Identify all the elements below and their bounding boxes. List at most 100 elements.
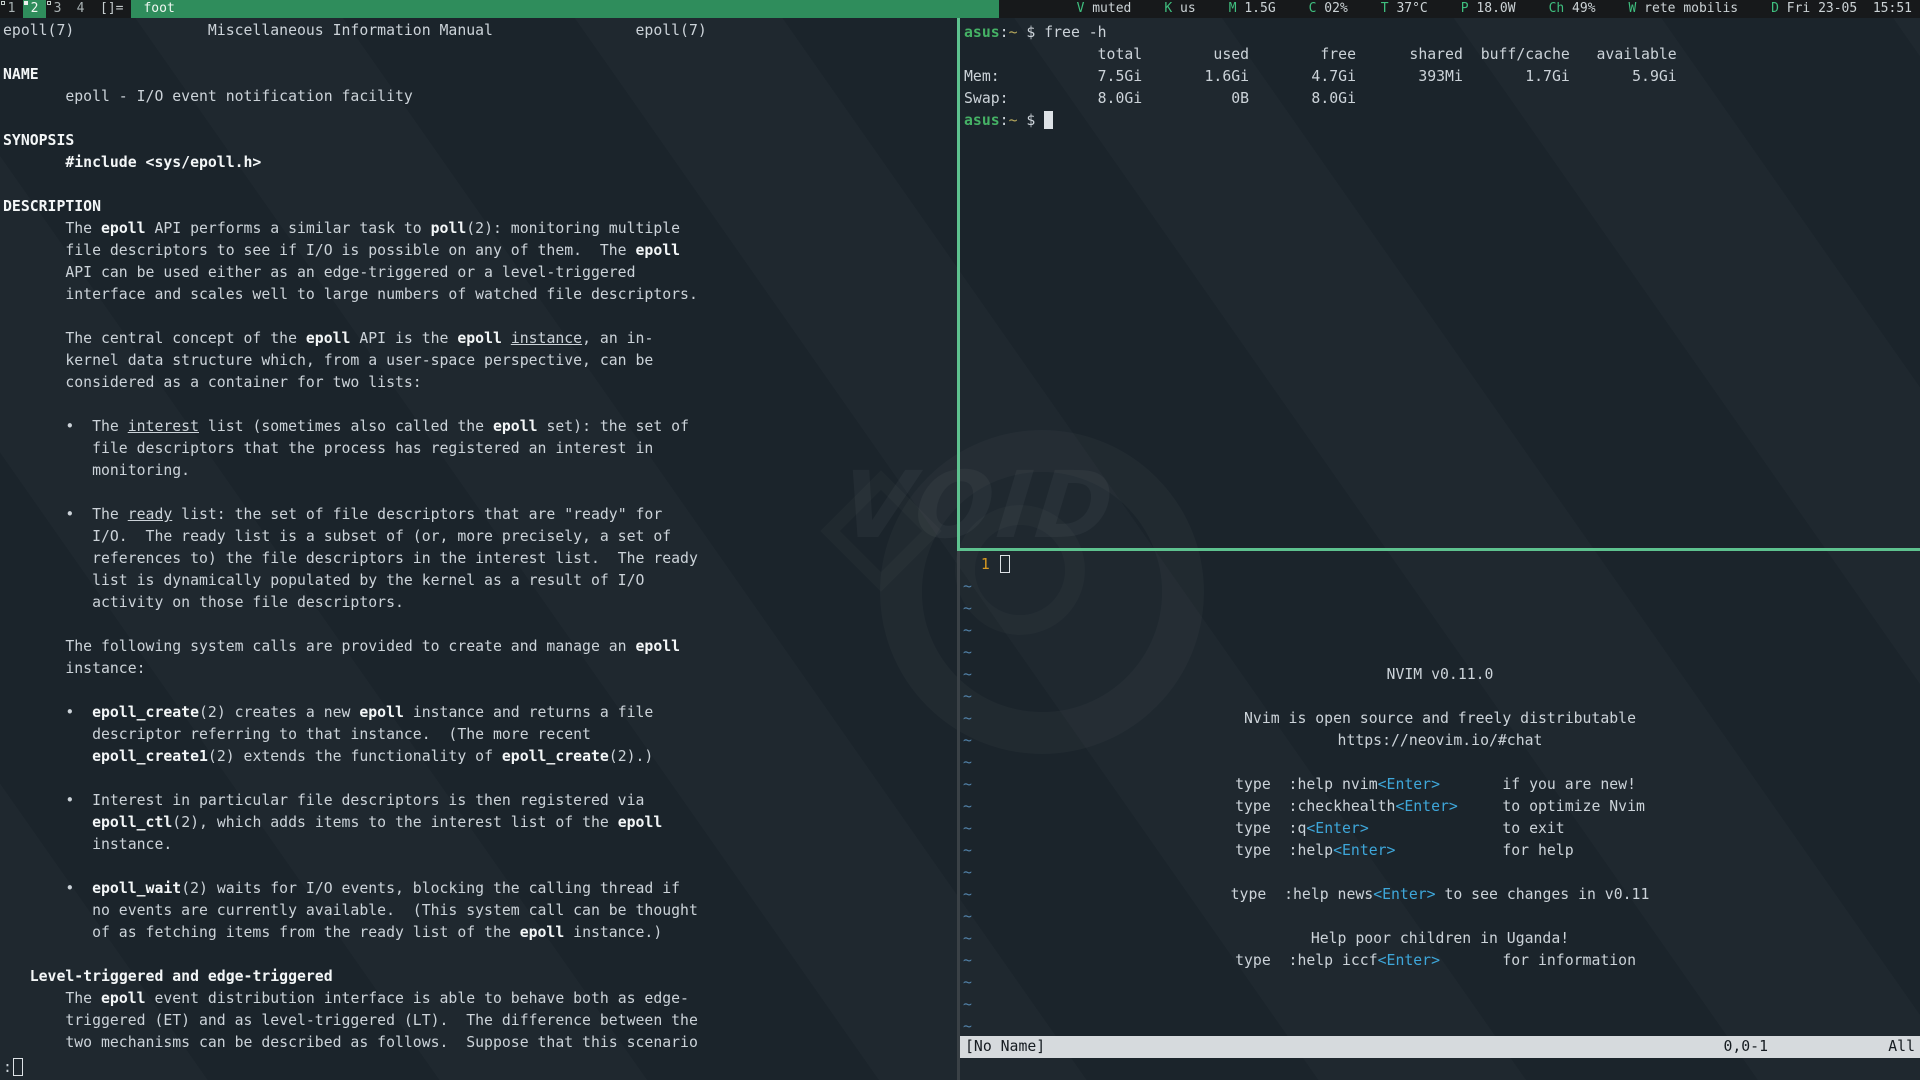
terminal-cursor [1044, 111, 1053, 129]
line-number: 1 [963, 556, 999, 573]
terminal-line: kernel data structure which, from a user… [3, 350, 957, 372]
terminal-line: The epoll event distribution interface i… [3, 988, 957, 1010]
nvim-intro-line: NVIM v0.11.0 [960, 664, 1920, 686]
man-page-content: epoll(7) Miscellaneous Information Manua… [3, 20, 957, 1054]
terminal-line: Level-triggered and edge-triggered [3, 966, 957, 988]
workspace-tag-3[interactable]: 3 [46, 0, 69, 18]
terminal-line: activity on those file descriptors. [3, 592, 957, 614]
terminal-line: file descriptors that the process has re… [3, 438, 957, 460]
terminal-line [3, 680, 957, 702]
nvim-intro-line: type :help news<Enter> to see changes in… [960, 884, 1920, 906]
status-key: T [1381, 1, 1389, 16]
nvim-intro-line: type :help nvim<Enter> if you are new! [960, 774, 1920, 796]
terminal-line: The epoll API performs a similar task to… [3, 218, 957, 240]
tag-client-indicator [47, 1, 51, 5]
prompt-line: asus:~ $ free -h [964, 22, 1920, 44]
status-value: 49% [1564, 1, 1595, 16]
terminal-line: • epoll_wait(2) waits for I/O events, bl… [3, 878, 957, 900]
status-item-v: V muted [1077, 0, 1132, 18]
status-value: Fri 23-05 15:51 [1779, 1, 1912, 16]
nvim-pane[interactable]: 1 ~~~~~~~~~~~~~~~~~~~~~ NVIM v0.11.0 Nvi… [960, 551, 1920, 1080]
status-key: M [1229, 1, 1237, 16]
empty-buffer-line: ~ [963, 642, 1920, 664]
status-item-ch: Ch 49% [1549, 0, 1596, 18]
terminal-line: Help poor children in Uganda! [1311, 930, 1569, 947]
terminal-line: triggered (ET) and as level-triggered (L… [3, 1010, 957, 1032]
status-key: D [1771, 1, 1779, 16]
status-items: V mutedK usM 1.5GC 02%T 37°CP 18.0WCh 49… [1077, 0, 1920, 18]
nvim-intro-line: Help poor children in Uganda! [960, 928, 1920, 950]
status-key: P [1461, 1, 1469, 16]
nvim-intro-line [960, 686, 1920, 708]
empty-buffer-line: ~ [963, 620, 1920, 642]
terminal-line: monitoring. [3, 460, 957, 482]
terminal-line: file descriptors to see if I/O is possib… [3, 240, 957, 262]
nvim-intro-line: https://neovim.io/#chat [960, 730, 1920, 752]
terminal-line: SYNOPSIS [3, 130, 957, 152]
dwm-bar: 1234 []= foot V mutedK usM 1.5GC 02%T 37… [0, 0, 1920, 18]
terminal-line: no events are currently available. (This… [3, 900, 957, 922]
terminal-line: total used free shared buff/cache availa… [964, 44, 1920, 66]
man-page-terminal[interactable]: epoll(7) Miscellaneous Information Manua… [0, 18, 957, 1080]
nvim-intro-screen: NVIM v0.11.0 Nvim is open source and fre… [960, 664, 1920, 972]
terminal-line: NVIM v0.11.0 [1387, 666, 1494, 683]
terminal-line: I/O. The ready list is a subset of (or, … [3, 526, 957, 548]
terminal-line: Swap: 8.0Gi 0B 8.0Gi [964, 88, 1920, 110]
status-value: muted [1084, 1, 1131, 16]
nvim-intro-line: Nvim is open source and freely distribut… [960, 708, 1920, 730]
workspace-tag-1[interactable]: 1 [0, 0, 23, 18]
status-item-p: P 18.0W [1461, 0, 1516, 18]
terminal-line: • epoll_create(2) creates a new epoll in… [3, 702, 957, 724]
status-item-t: T 37°C [1381, 0, 1428, 18]
terminal-line: • Interest in particular file descriptor… [3, 790, 957, 812]
terminal-line: list is dynamically populated by the ker… [3, 570, 957, 592]
nvim-intro-line: type :checkhealth<Enter> to optimize Nvi… [960, 796, 1920, 818]
status-item-m: M 1.5G [1229, 0, 1276, 18]
status-value: 37°C [1389, 1, 1428, 16]
terminal-line: • The ready list: the set of file descri… [3, 504, 957, 526]
terminal-line: of as fetching items from the ready list… [3, 922, 957, 944]
workspace-tags: 1234 [0, 0, 92, 18]
terminal-line [1436, 908, 1445, 925]
terminal-line: API can be used either as an edge-trigge… [3, 262, 957, 284]
tag-client-indicator [24, 1, 28, 5]
statusline-filename: [No Name] [965, 1036, 1045, 1058]
terminal-line [1436, 754, 1445, 771]
empty-buffer-line: ~ [963, 972, 1920, 994]
nvim-intro-line [960, 906, 1920, 928]
terminal-line [3, 174, 957, 196]
terminal-line: epoll(7) Miscellaneous Information Manua… [3, 20, 957, 42]
terminal-line: instance: [3, 658, 957, 680]
terminal-line: • The interest list (sometimes also call… [3, 416, 957, 438]
window-title: foot [131, 0, 999, 18]
terminal-line [3, 482, 957, 504]
workspace-tag-2[interactable]: 2 [23, 0, 46, 18]
terminal-line: epoll - I/O event notification facility [3, 86, 957, 108]
pager-prompt-line: : [3, 1057, 23, 1079]
terminal-line [3, 944, 957, 966]
terminal-line: NAME [3, 64, 957, 86]
layout-symbol[interactable]: []= [92, 0, 131, 18]
terminal-line: epoll_create1(2) extends the functionali… [3, 746, 957, 768]
terminal-line: #include <sys/epoll.h> [3, 152, 957, 174]
terminal-line: two mechanisms can be described as follo… [3, 1032, 957, 1054]
terminal-line: descriptor referring to that instance. (… [3, 724, 957, 746]
terminal-line [3, 306, 957, 328]
nvim-intro-line [960, 862, 1920, 884]
prompt-line: asus:~ $ [964, 110, 1920, 132]
terminal-line: epoll_ctl(2), which adds items to the in… [3, 812, 957, 834]
shell-terminal[interactable]: asus:~ $ free -h total used free shared … [960, 18, 1920, 548]
nvim-line-1: 1 [963, 554, 1920, 576]
terminal-line: considered as a container for two lists: [3, 372, 957, 394]
terminal-line: type :help nvim<Enter> if you are new! [1235, 776, 1645, 793]
status-item-w: W rete mobilis [1629, 0, 1739, 18]
status-item-d: D Fri 23-05 15:51 [1771, 0, 1912, 18]
nvim-intro-line: type :q<Enter> to exit [960, 818, 1920, 840]
terminal-line [3, 614, 957, 636]
nvim-intro-line: type :help<Enter> for help [960, 840, 1920, 862]
status-key: Ch [1549, 1, 1565, 16]
status-item-k: K us [1164, 0, 1195, 18]
terminal-line: type :help iccf<Enter> for information [1235, 952, 1645, 969]
workspace-tag-4[interactable]: 4 [69, 0, 92, 18]
terminal-line: The following system calls are provided … [3, 636, 957, 658]
